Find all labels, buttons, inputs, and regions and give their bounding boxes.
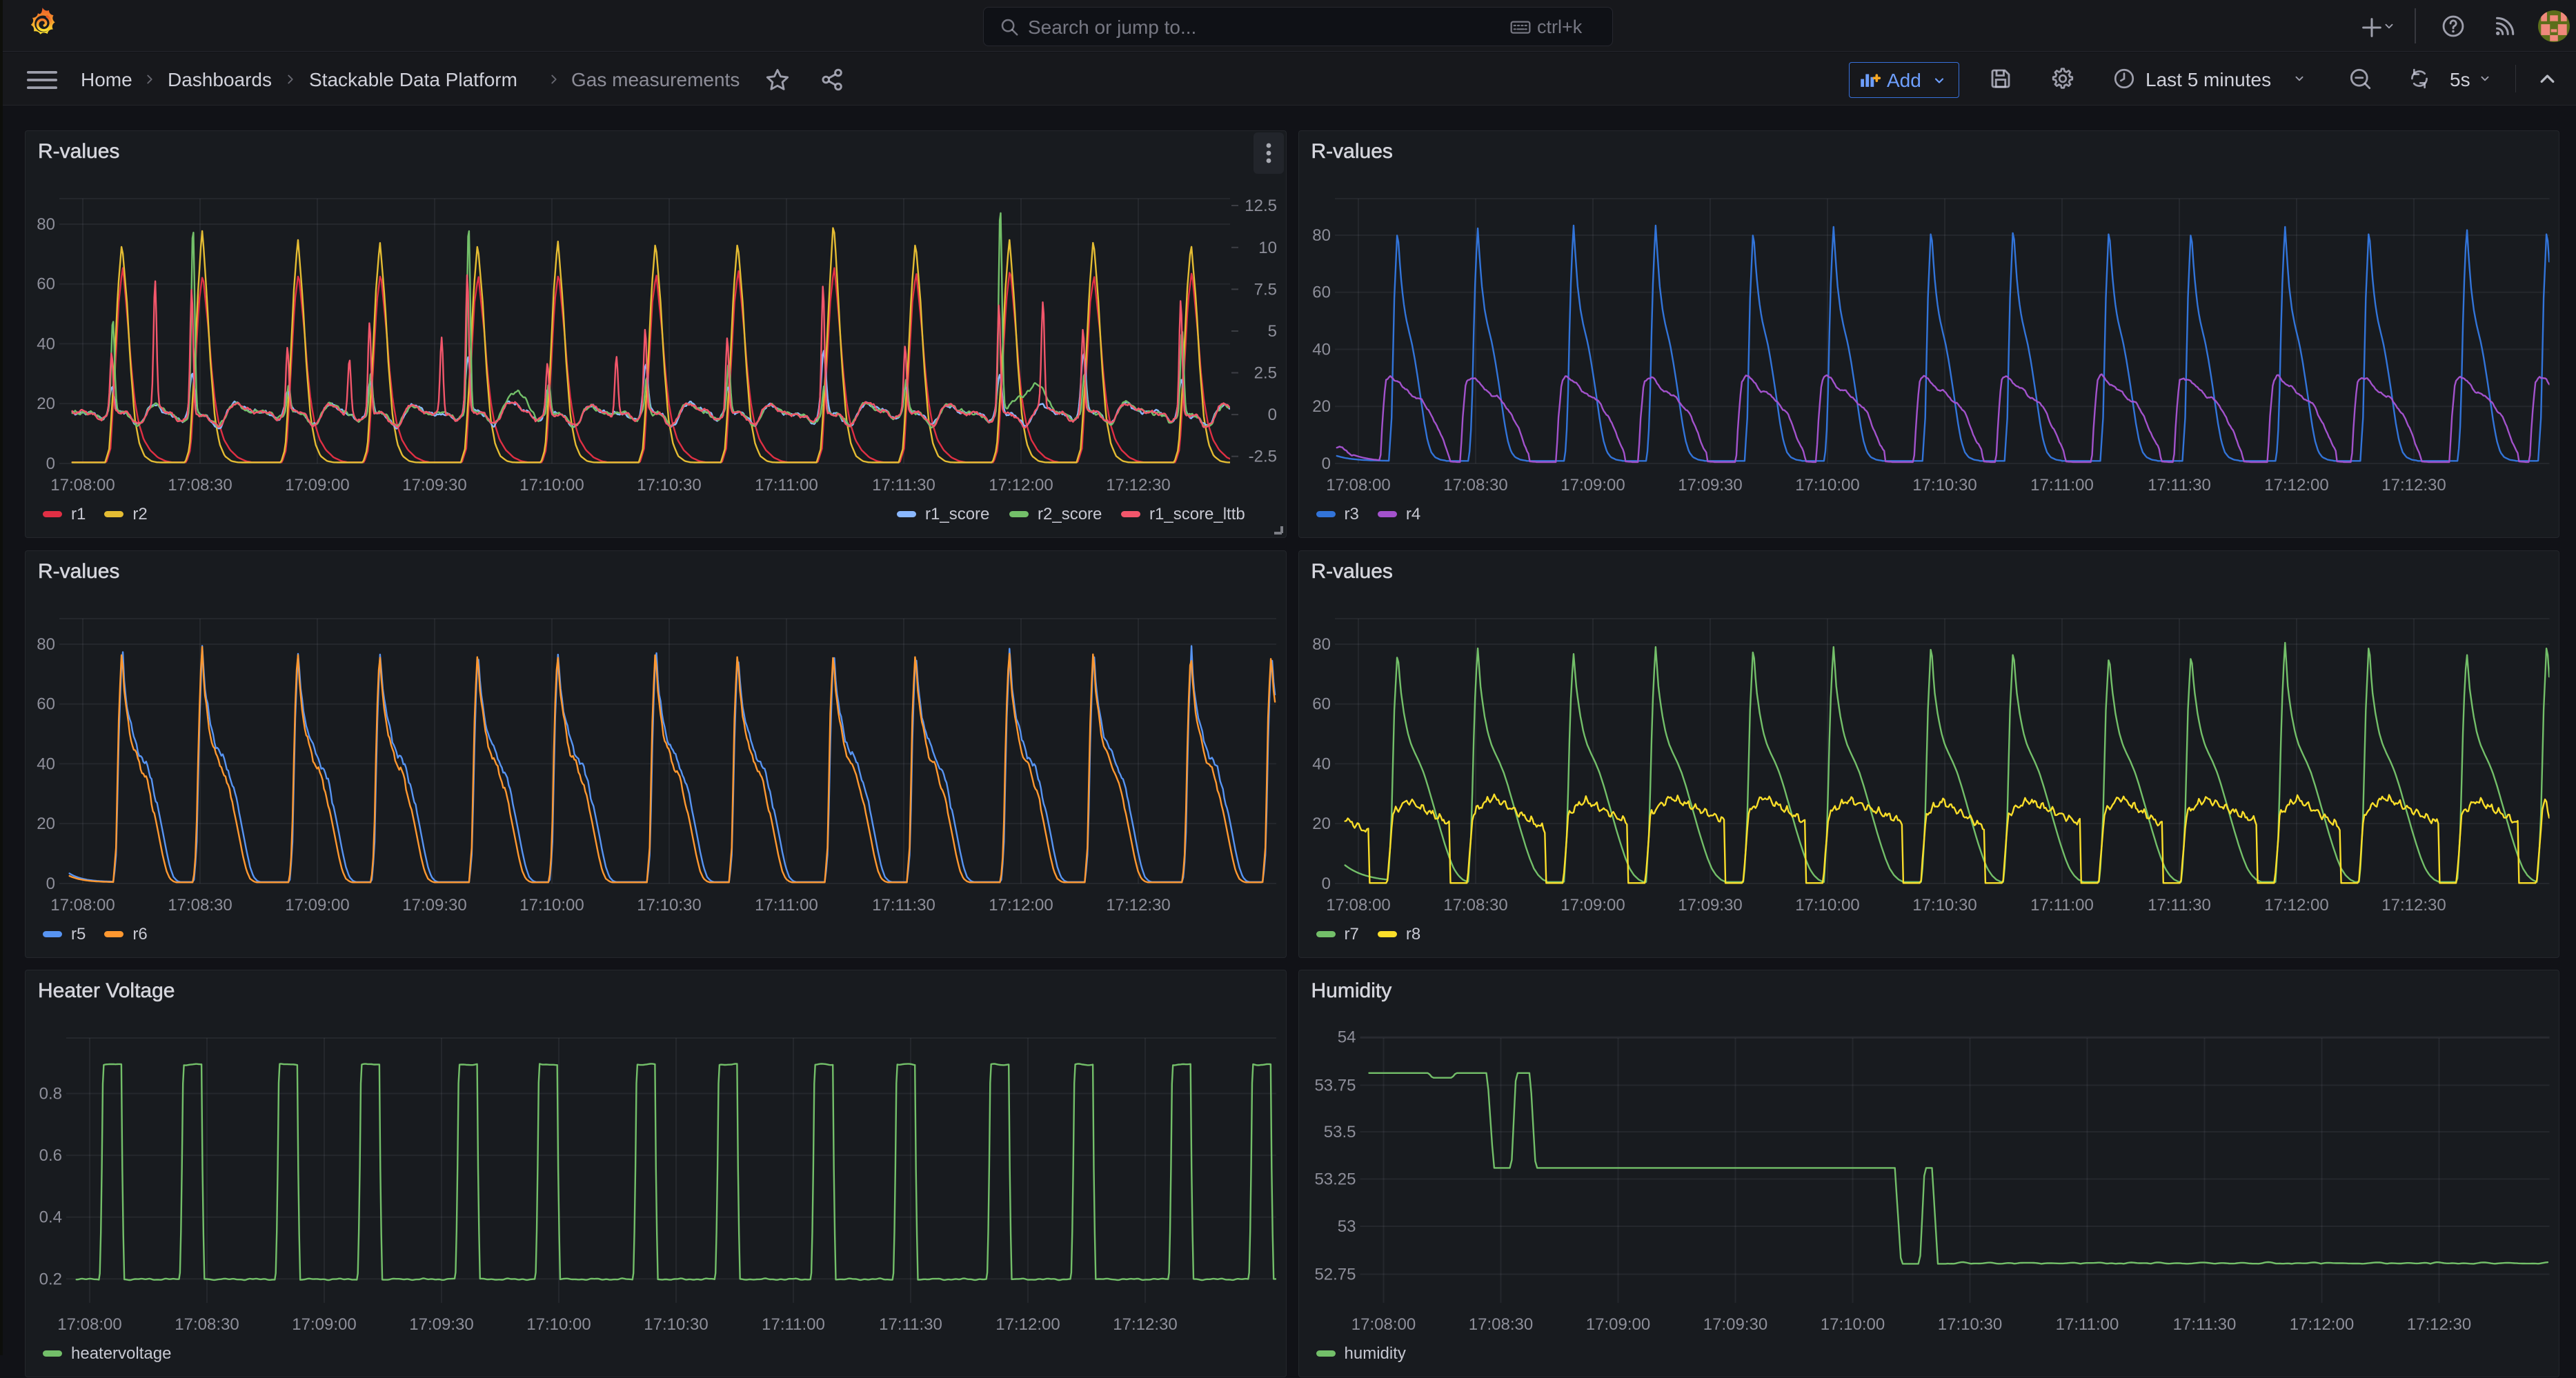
svg-text:40: 40: [1312, 341, 1331, 359]
svg-text:7.5: 7.5: [1254, 280, 1277, 299]
svg-text:80: 80: [37, 635, 55, 654]
svg-text:53.5: 53.5: [1323, 1123, 1356, 1141]
svg-text:17:10:00: 17:10:00: [1795, 476, 1859, 495]
svg-text:17:09:30: 17:09:30: [402, 896, 466, 915]
svg-text:0: 0: [1268, 406, 1277, 424]
svg-text:80: 80: [37, 215, 55, 234]
svg-text:0: 0: [1321, 455, 1330, 473]
svg-text:17:12:30: 17:12:30: [1106, 476, 1170, 495]
svg-text:17:08:30: 17:08:30: [168, 476, 232, 495]
svg-text:80: 80: [1312, 226, 1331, 245]
svg-text:17:08:00: 17:08:00: [1326, 896, 1390, 915]
svg-text:17:08:30: 17:08:30: [1443, 476, 1507, 495]
svg-text:40: 40: [37, 755, 55, 773]
svg-text:60: 60: [1312, 283, 1331, 302]
svg-text:-2.5: -2.5: [1249, 448, 1277, 466]
svg-text:17:11:30: 17:11:30: [879, 1315, 942, 1334]
svg-text:17:10:00: 17:10:00: [519, 896, 584, 915]
svg-text:0.8: 0.8: [39, 1084, 62, 1103]
svg-text:20: 20: [37, 395, 55, 413]
svg-text:17:08:00: 17:08:00: [57, 1315, 121, 1334]
svg-text:17:11:30: 17:11:30: [872, 476, 935, 495]
svg-text:20: 20: [1312, 397, 1331, 416]
svg-text:17:09:00: 17:09:00: [292, 1315, 356, 1334]
svg-text:17:12:30: 17:12:30: [1113, 1315, 1177, 1334]
svg-text:17:08:30: 17:08:30: [1443, 896, 1507, 915]
svg-text:17:12:00: 17:12:00: [989, 896, 1053, 915]
svg-text:0.4: 0.4: [39, 1208, 62, 1226]
svg-text:17:11:00: 17:11:00: [755, 476, 818, 495]
svg-text:17:10:00: 17:10:00: [1795, 896, 1859, 915]
svg-text:17:11:30: 17:11:30: [2148, 476, 2211, 495]
svg-text:17:10:30: 17:10:30: [637, 476, 701, 495]
svg-text:17:12:30: 17:12:30: [1106, 896, 1170, 915]
svg-text:17:12:00: 17:12:00: [2264, 476, 2328, 495]
svg-text:40: 40: [37, 334, 55, 353]
svg-text:60: 60: [37, 695, 55, 714]
svg-text:0.6: 0.6: [39, 1146, 62, 1165]
svg-text:17:10:00: 17:10:00: [1820, 1315, 1884, 1334]
svg-text:17:10:30: 17:10:30: [644, 1315, 708, 1334]
svg-text:60: 60: [37, 275, 55, 294]
svg-text:17:09:00: 17:09:00: [1561, 896, 1625, 915]
svg-text:17:08:30: 17:08:30: [168, 896, 232, 915]
svg-text:17:12:00: 17:12:00: [995, 1315, 1060, 1334]
svg-text:17:09:30: 17:09:30: [409, 1315, 473, 1334]
svg-text:5: 5: [1268, 322, 1277, 341]
svg-text:10: 10: [1258, 239, 1277, 257]
svg-text:17:11:30: 17:11:30: [2172, 1315, 2236, 1334]
svg-text:0: 0: [46, 875, 55, 893]
svg-text:0: 0: [46, 455, 55, 473]
svg-text:17:12:30: 17:12:30: [2406, 1315, 2470, 1334]
svg-text:2.5: 2.5: [1254, 364, 1277, 383]
svg-text:17:10:00: 17:10:00: [519, 476, 584, 495]
svg-text:17:11:00: 17:11:00: [2030, 896, 2094, 915]
svg-text:17:08:30: 17:08:30: [175, 1315, 239, 1334]
svg-text:53: 53: [1337, 1217, 1356, 1236]
svg-text:17:10:30: 17:10:30: [1937, 1315, 2001, 1334]
svg-text:40: 40: [1312, 755, 1331, 773]
svg-text:12.5: 12.5: [1245, 197, 1277, 215]
svg-text:53.75: 53.75: [1314, 1076, 1356, 1095]
svg-text:20: 20: [37, 815, 55, 833]
svg-text:52.75: 52.75: [1314, 1265, 1356, 1284]
svg-text:17:10:30: 17:10:30: [1912, 476, 1976, 495]
svg-text:60: 60: [1312, 695, 1331, 714]
svg-text:17:12:00: 17:12:00: [989, 476, 1053, 495]
svg-text:17:12:30: 17:12:30: [2381, 896, 2446, 915]
svg-text:17:09:30: 17:09:30: [1678, 476, 1742, 495]
svg-text:0.2: 0.2: [39, 1270, 62, 1288]
svg-text:54: 54: [1337, 1028, 1356, 1046]
svg-text:17:08:00: 17:08:00: [50, 896, 115, 915]
svg-text:17:08:00: 17:08:00: [50, 476, 115, 495]
svg-text:17:10:30: 17:10:30: [637, 896, 701, 915]
svg-text:17:09:30: 17:09:30: [402, 476, 466, 495]
svg-text:17:12:00: 17:12:00: [2264, 896, 2328, 915]
svg-text:17:11:00: 17:11:00: [2055, 1315, 2119, 1334]
svg-text:17:12:00: 17:12:00: [2289, 1315, 2353, 1334]
svg-text:17:11:30: 17:11:30: [872, 896, 935, 915]
svg-text:17:11:00: 17:11:00: [2030, 476, 2094, 495]
svg-text:17:08:30: 17:08:30: [1468, 1315, 1532, 1334]
svg-text:17:08:00: 17:08:00: [1351, 1315, 1415, 1334]
svg-text:17:09:00: 17:09:00: [285, 476, 349, 495]
svg-text:17:10:00: 17:10:00: [526, 1315, 591, 1334]
svg-text:17:09:30: 17:09:30: [1678, 896, 1742, 915]
svg-text:17:11:00: 17:11:00: [755, 896, 818, 915]
svg-text:17:08:00: 17:08:00: [1326, 476, 1390, 495]
svg-text:17:12:30: 17:12:30: [2381, 476, 2446, 495]
svg-text:17:10:30: 17:10:30: [1912, 896, 1976, 915]
svg-text:17:09:00: 17:09:00: [285, 896, 349, 915]
svg-text:80: 80: [1312, 635, 1331, 654]
svg-text:20: 20: [1312, 815, 1331, 833]
svg-text:17:09:00: 17:09:00: [1585, 1315, 1649, 1334]
svg-text:17:09:00: 17:09:00: [1561, 476, 1625, 495]
svg-text:17:09:30: 17:09:30: [1703, 1315, 1767, 1334]
svg-text:0: 0: [1321, 875, 1330, 893]
svg-text:17:11:00: 17:11:00: [762, 1315, 825, 1334]
svg-text:17:11:30: 17:11:30: [2148, 896, 2211, 915]
svg-text:53.25: 53.25: [1314, 1170, 1356, 1188]
